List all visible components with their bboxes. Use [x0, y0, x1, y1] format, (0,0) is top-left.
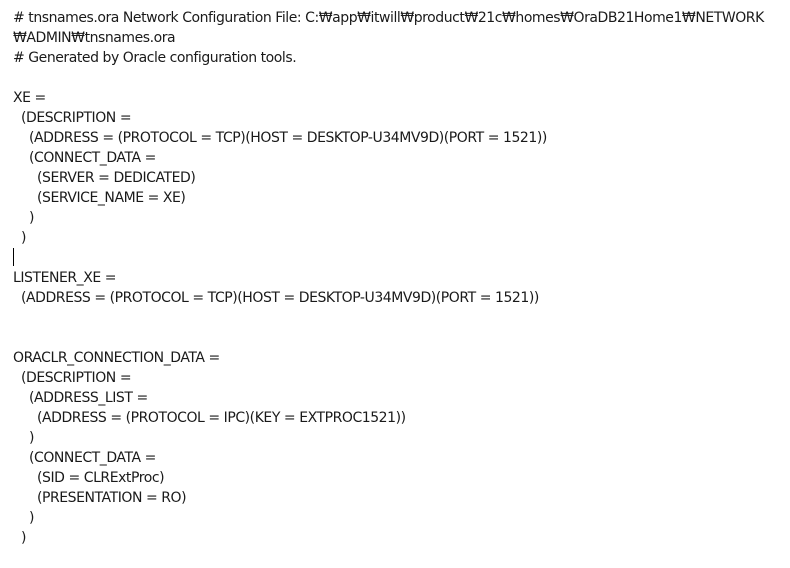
text-line: XE = [13, 90, 46, 106]
text-line: ) [13, 510, 35, 526]
text-line: (ADDRESS = (PROTOCOL = IPC)(KEY = EXTPRO… [13, 410, 406, 426]
text-line: (ADDRESS = (PROTOCOL = TCP)(HOST = DESKT… [13, 130, 547, 146]
text-line: ) [13, 530, 27, 546]
text-line: ) [13, 430, 35, 446]
text-line: (DESCRIPTION = [13, 370, 132, 386]
text-line: ORACLR_CONNECTION_DATA = [13, 350, 220, 366]
text-line [13, 308, 786, 328]
text-line: (SID = CLRExtProc) [13, 470, 165, 486]
text-line: (CONNECT_DATA = [13, 150, 156, 166]
text-line: (SERVICE_NAME = XE) [13, 190, 186, 206]
text-line [13, 328, 786, 348]
text-line: # tnsnames.ora Network Configuration Fil… [13, 10, 764, 26]
text-line [13, 248, 786, 268]
text-line: LISTENER_XE = [13, 270, 117, 286]
text-line: (PRESENTATION = RO) [13, 490, 187, 506]
text-line: (SERVER = DEDICATED) [13, 170, 196, 186]
text-line [13, 68, 786, 88]
text-content: # tnsnames.ora Network Configuration Fil… [13, 8, 786, 548]
text-line: (DESCRIPTION = [13, 110, 132, 126]
text-line: (ADDRESS_LIST = [13, 390, 148, 406]
text-editor-area[interactable]: # tnsnames.ora Network Configuration Fil… [0, 0, 790, 568]
text-line: (CONNECT_DATA = [13, 450, 156, 466]
text-line: ) [13, 210, 35, 226]
text-line: (ADDRESS = (PROTOCOL = TCP)(HOST = DESKT… [13, 290, 539, 306]
text-caret [13, 248, 14, 266]
text-line: ) [13, 230, 27, 246]
text-line: ₩ADMIN₩tnsnames.ora [13, 30, 176, 46]
text-line: # Generated by Oracle configuration tool… [13, 50, 297, 66]
